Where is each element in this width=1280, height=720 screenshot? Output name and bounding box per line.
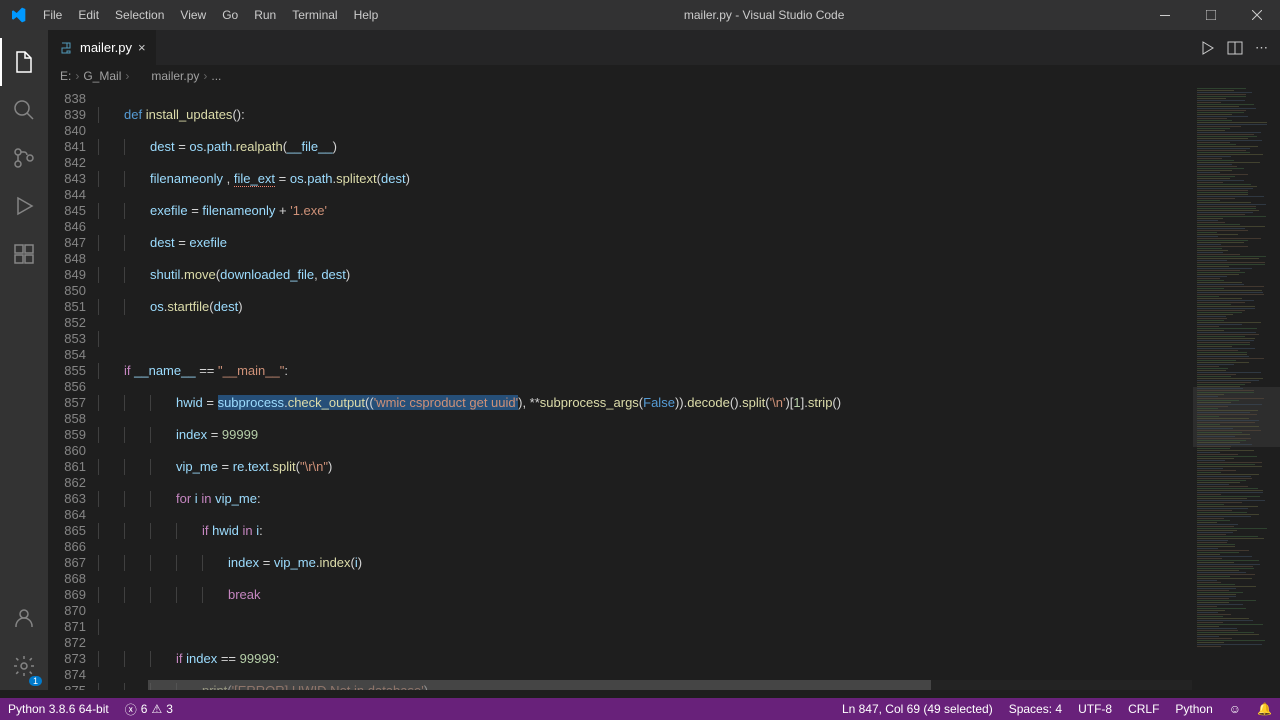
menu-help[interactable]: Help: [346, 8, 387, 22]
error-icon: ⓧ: [125, 701, 137, 718]
run-file-icon[interactable]: [1199, 40, 1215, 56]
minimize-button[interactable]: [1142, 0, 1188, 30]
close-button[interactable]: [1234, 0, 1280, 30]
warning-icon: ⚠: [151, 702, 162, 716]
tab-bar: mailer.py × ⋯: [48, 30, 1280, 65]
menu-view[interactable]: View: [172, 8, 214, 22]
python-file-icon: [133, 69, 147, 83]
settings-badge: 1: [29, 676, 42, 686]
breadcrumb-file[interactable]: mailer.py: [151, 69, 199, 83]
horizontal-scrollbar[interactable]: [148, 680, 1192, 690]
status-problems[interactable]: ⓧ6 ⚠3: [117, 701, 181, 718]
search-icon[interactable]: [0, 86, 48, 134]
breadcrumb-drive[interactable]: E:: [60, 69, 71, 83]
menu-selection[interactable]: Selection: [107, 8, 172, 22]
menu-file[interactable]: File: [35, 8, 70, 22]
menu-terminal[interactable]: Terminal: [284, 8, 345, 22]
window-title: mailer.py - Visual Studio Code: [386, 8, 1142, 22]
menu-run[interactable]: Run: [246, 8, 284, 22]
status-eol[interactable]: CRLF: [1120, 702, 1167, 716]
scrollbar-thumb[interactable]: [148, 680, 931, 690]
menu-go[interactable]: Go: [214, 8, 246, 22]
accounts-icon[interactable]: [0, 594, 48, 642]
tab-close-icon[interactable]: ×: [138, 40, 146, 55]
status-spaces[interactable]: Spaces: 4: [1001, 702, 1070, 716]
code-area[interactable]: def install_updates(): dest = os.path.re…: [98, 87, 1192, 690]
status-encoding[interactable]: UTF-8: [1070, 702, 1120, 716]
status-notifications-icon[interactable]: 🔔: [1249, 702, 1280, 716]
settings-gear-icon[interactable]: 1: [0, 642, 48, 690]
line-gutter: 8388398408418428438448458468478488498508…: [48, 87, 98, 690]
menu-bar: File Edit Selection View Go Run Terminal…: [35, 8, 386, 22]
extensions-icon[interactable]: [0, 230, 48, 278]
breadcrumb-folder[interactable]: G_Mail: [83, 69, 121, 83]
tab-label: mailer.py: [80, 40, 132, 55]
status-python-version[interactable]: Python 3.8.6 64-bit: [0, 702, 117, 716]
source-control-icon[interactable]: [0, 134, 48, 182]
menu-edit[interactable]: Edit: [70, 8, 107, 22]
status-feedback-icon[interactable]: ☺: [1221, 702, 1249, 716]
explorer-icon[interactable]: [0, 38, 48, 86]
vscode-logo-icon: [0, 7, 35, 23]
tab-mailer[interactable]: mailer.py ×: [48, 30, 157, 65]
run-debug-icon[interactable]: [0, 182, 48, 230]
breadcrumb-symbol[interactable]: ...: [211, 69, 221, 83]
activity-bar: 1: [0, 30, 48, 690]
more-actions-icon[interactable]: ⋯: [1255, 40, 1268, 56]
python-file-icon: [58, 40, 74, 56]
minimap[interactable]: [1192, 87, 1280, 690]
titlebar: File Edit Selection View Go Run Terminal…: [0, 0, 1280, 30]
status-bar: Python 3.8.6 64-bit ⓧ6 ⚠3 Ln 847, Col 69…: [0, 698, 1280, 720]
maximize-button[interactable]: [1188, 0, 1234, 30]
split-editor-icon[interactable]: [1227, 40, 1243, 56]
breadcrumbs[interactable]: E:› G_Mail› mailer.py› ...: [48, 65, 1280, 87]
status-language[interactable]: Python: [1167, 702, 1220, 716]
status-cursor[interactable]: Ln 847, Col 69 (49 selected): [834, 702, 1001, 716]
editor[interactable]: 8388398408418428438448458468478488498508…: [48, 87, 1280, 690]
